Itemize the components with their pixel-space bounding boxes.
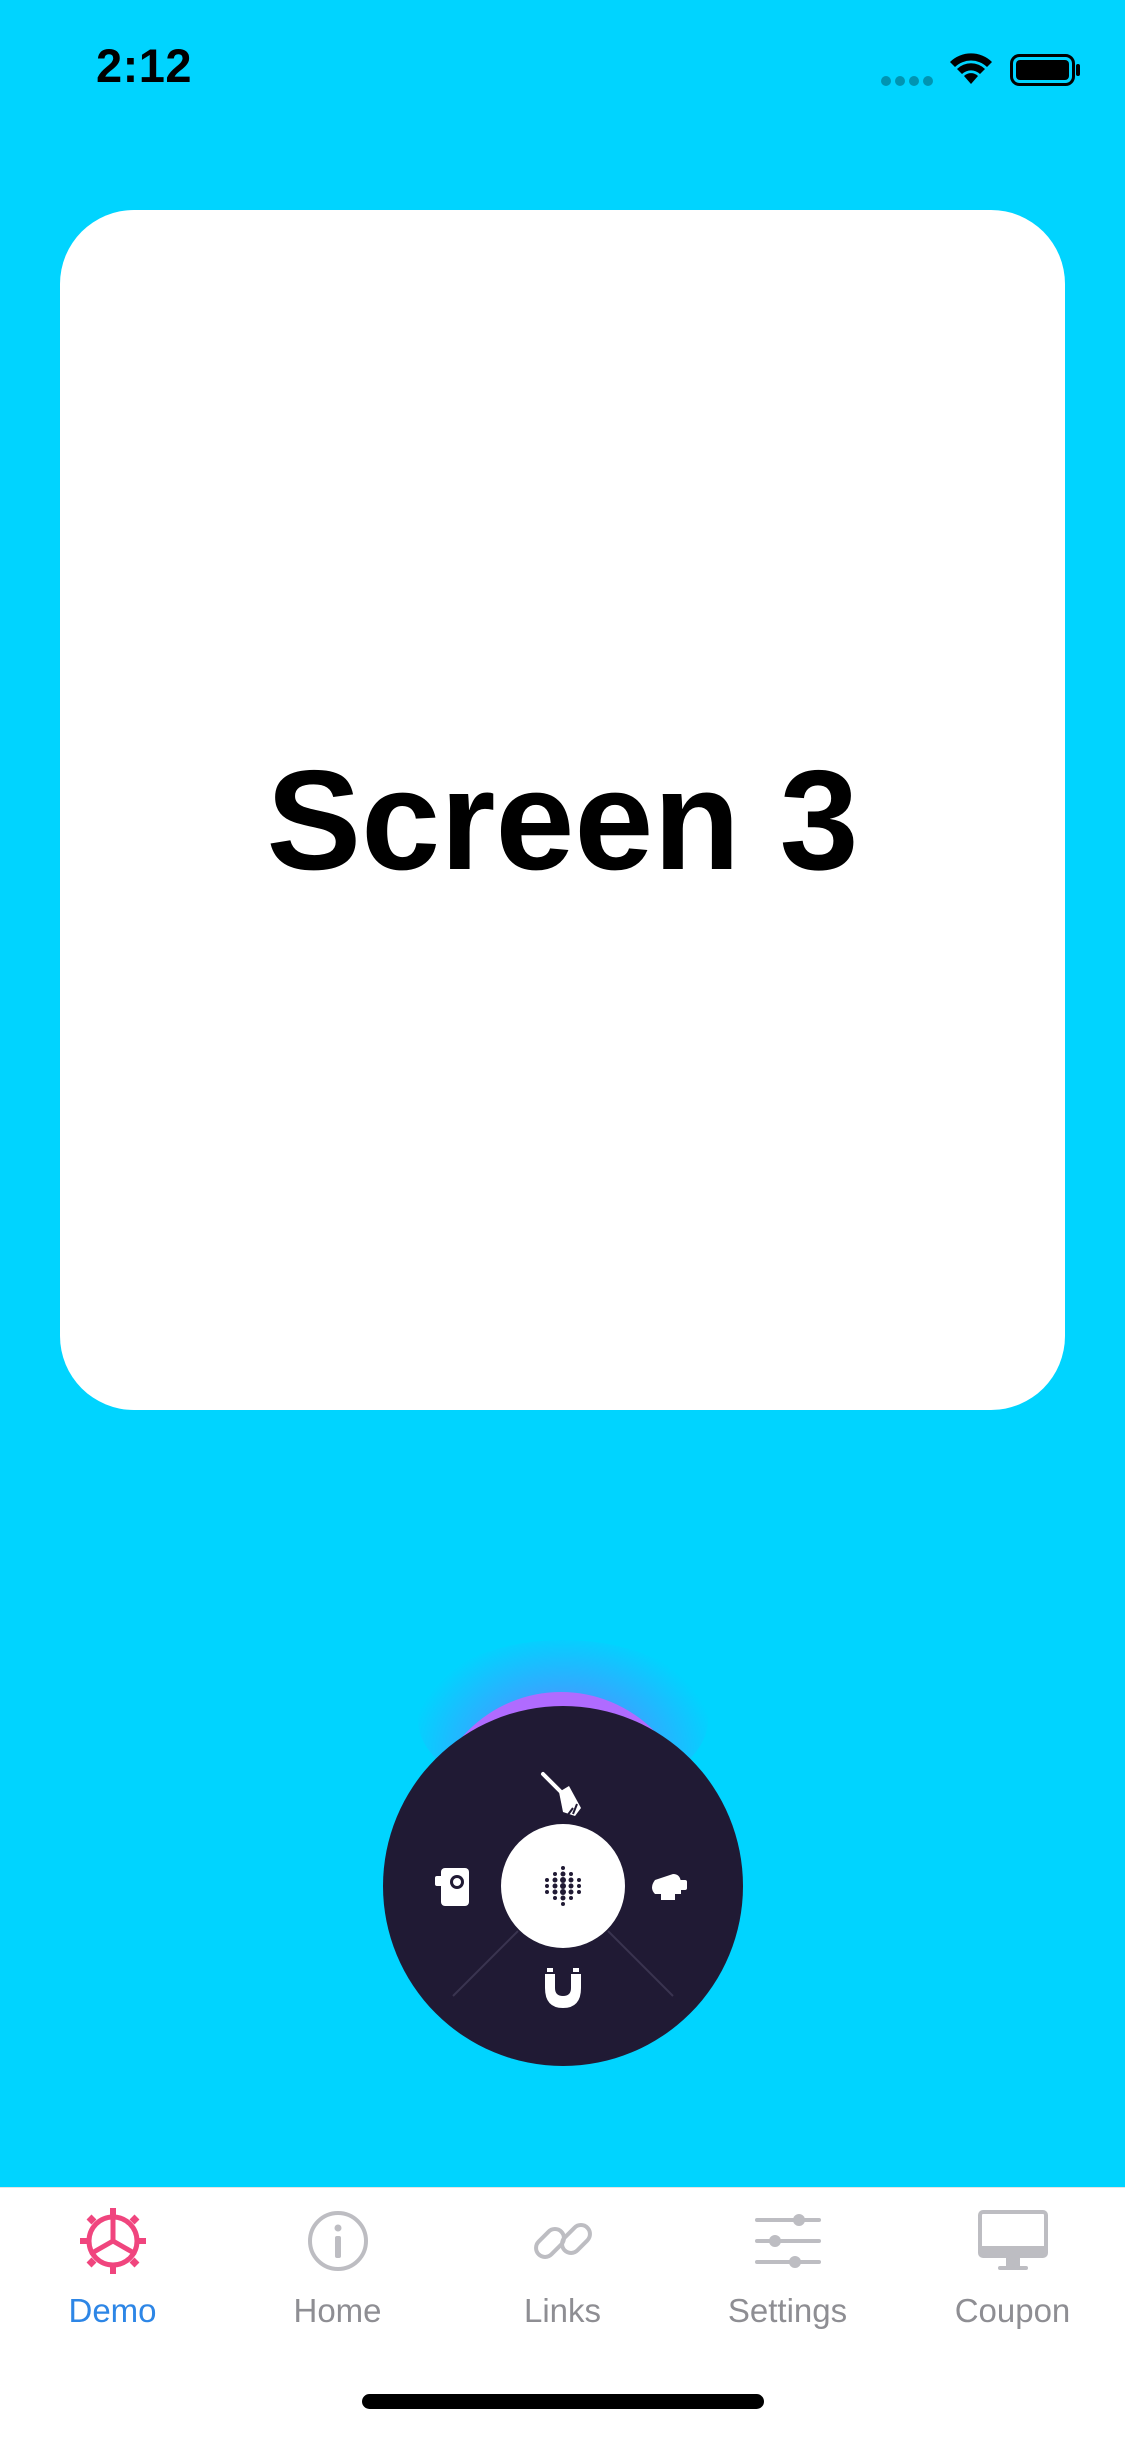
- tab-coupon[interactable]: Coupon: [900, 2188, 1125, 2338]
- monitor-icon: [978, 2206, 1048, 2276]
- tab-label: Links: [523, 2292, 602, 2329]
- tab-home[interactable]: Home: [225, 2188, 450, 2338]
- menu-toggle-button[interactable]: [501, 1824, 625, 1948]
- tab-settings[interactable]: Settings: [675, 2188, 900, 2338]
- sliders-icon: [753, 2206, 823, 2276]
- radial-menu[interactable]: [383, 1706, 743, 2066]
- broom-icon[interactable]: [533, 1766, 593, 1826]
- cellular-signal-icon: [880, 74, 936, 92]
- gear-icon: [78, 2206, 148, 2276]
- magnet-icon[interactable]: [533, 1956, 593, 2016]
- dots-grid-icon: [545, 1866, 581, 1906]
- screen-title: Screen 3: [266, 741, 859, 900]
- tab-label: Demo: [68, 2292, 157, 2329]
- info-icon: [303, 2206, 373, 2276]
- link-icon: [528, 2206, 598, 2276]
- tab-label: Settings: [727, 2292, 848, 2329]
- wifi-icon: [948, 50, 994, 91]
- tab-links[interactable]: Links: [450, 2188, 675, 2338]
- screen-card: Screen 3: [60, 210, 1065, 1410]
- bell-icon[interactable]: [639, 1858, 699, 1918]
- camera-icon[interactable]: [427, 1858, 487, 1918]
- tab-demo[interactable]: Demo: [0, 2188, 225, 2338]
- battery-icon: [1010, 54, 1082, 91]
- tab-label: Home: [293, 2292, 382, 2329]
- status-time: 2:12: [96, 39, 193, 92]
- tab-label: Coupon: [954, 2292, 1071, 2329]
- status-bar: 2:12: [0, 0, 1125, 140]
- home-indicator[interactable]: [362, 2394, 764, 2409]
